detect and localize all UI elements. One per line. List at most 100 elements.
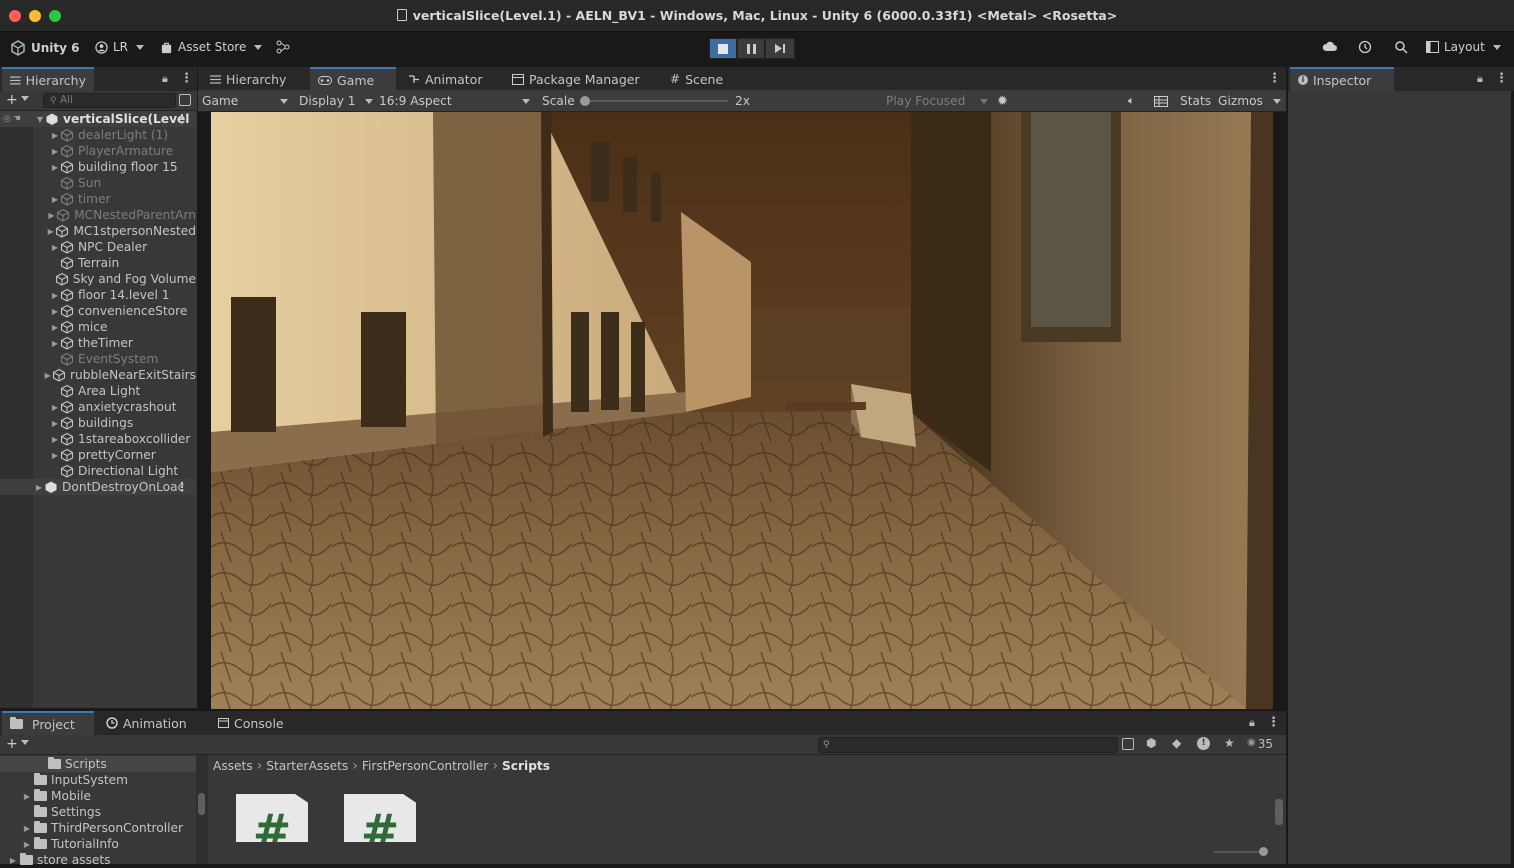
hierarchy-item[interactable]: ▶ theTimer xyxy=(0,335,196,351)
hierarchy-item[interactable]: ▶ NPC Dealer xyxy=(0,239,196,255)
pause-button[interactable] xyxy=(737,38,765,59)
search-by-type-icon[interactable] xyxy=(1122,738,1134,750)
hierarchy-item[interactable]: ▶ anxietycrashout xyxy=(0,399,196,415)
more-options-icon[interactable]: ⋮ xyxy=(176,112,188,126)
hierarchy-item[interactable]: ▶ 1stareaboxcollider xyxy=(0,431,196,447)
tree-scrollbar-thumb[interactable] xyxy=(198,793,205,815)
hierarchy-item[interactable]: Sun xyxy=(0,175,196,191)
label-tag-icon[interactable]: ◆ xyxy=(1172,736,1181,750)
hierarchy-item[interactable]: ▶ prettyCorner xyxy=(0,447,196,463)
hierarchy-item[interactable]: ▶ PlayerArmature xyxy=(0,143,196,159)
tab-project[interactable]: Project xyxy=(2,711,94,735)
add-icon[interactable]: + xyxy=(6,92,29,108)
expand-arrow-icon[interactable]: ▶ xyxy=(46,227,55,236)
hierarchy-item[interactable]: Terrain xyxy=(0,255,196,271)
icon-size-slider[interactable] xyxy=(1214,847,1268,856)
expand-arrow-icon[interactable]: ▶ xyxy=(50,243,60,252)
more-options-icon[interactable]: ⋮ xyxy=(1495,71,1508,86)
stop-play-button[interactable] xyxy=(709,38,737,59)
scale-slider[interactable] xyxy=(580,96,728,106)
play-mode-dropdown[interactable]: Play Focused xyxy=(886,93,990,109)
expand-arrow-icon[interactable]: ▶ xyxy=(50,131,60,140)
expand-arrow-icon[interactable]: ▶ xyxy=(50,451,60,460)
expand-arrow-icon[interactable]: ▶ xyxy=(47,211,56,220)
more-options-icon[interactable]: ⋮ xyxy=(176,480,188,494)
gizmos-button[interactable]: Gizmos xyxy=(1218,93,1263,109)
filter-by-type-icon[interactable]: ⬢ xyxy=(1146,736,1156,750)
add-icon[interactable]: + xyxy=(6,736,29,752)
tab-hierarchy-2[interactable]: Hierarchy xyxy=(202,67,294,91)
expand-arrow-icon[interactable]: ▶ xyxy=(43,371,52,380)
tab-hierarchy[interactable]: Hierarchy xyxy=(2,67,94,91)
frame-debugger-button[interactable]: ✹ xyxy=(997,93,1008,109)
lock-icon[interactable]: 🔒︎ xyxy=(162,72,168,86)
tab-console[interactable]: Console xyxy=(210,711,292,735)
version-control-button[interactable] xyxy=(276,40,290,54)
hierarchy-item[interactable]: ▶ mice xyxy=(0,319,196,335)
aspect-dropdown[interactable]: 16:9 Aspect xyxy=(379,93,532,109)
hierarchy-dontdestroy-scene[interactable]: ▶ DontDestroyOnLoac ⋮ xyxy=(0,479,196,495)
expand-arrow-icon[interactable]: ▶ xyxy=(50,147,60,156)
hierarchy-item[interactable]: ▶ building floor 15 xyxy=(0,159,196,175)
hierarchy-item[interactable]: ▶ dealerLight (1) xyxy=(0,127,196,143)
game-mode-dropdown[interactable]: Game xyxy=(202,93,290,109)
hierarchy-item[interactable]: ▶ rubbleNearExitStairs xyxy=(0,367,196,383)
tab-package-manager[interactable]: Package Manager xyxy=(504,67,648,91)
tab-scene[interactable]: # Scene xyxy=(662,67,731,91)
breadcrumb-item[interactable]: StarterAssets xyxy=(266,759,348,773)
expand-arrow-icon[interactable]: ▶ xyxy=(24,840,30,849)
assets-scrollbar-thumb[interactable] xyxy=(1275,799,1283,825)
step-button[interactable] xyxy=(765,38,795,59)
hierarchy-item[interactable]: ▶ floor 14.level 1 xyxy=(0,287,196,303)
expand-arrow-icon[interactable]: ▼ xyxy=(35,115,45,124)
project-tree-item[interactable]: InputSystem xyxy=(0,772,196,788)
hierarchy-item[interactable]: Sky and Fog Volume xyxy=(0,271,196,287)
tab-inspector[interactable]: i Inspector xyxy=(1290,67,1394,91)
hierarchy-item[interactable]: Area Light xyxy=(0,383,196,399)
hierarchy-item[interactable]: ▶ timer xyxy=(0,191,196,207)
expand-arrow-icon[interactable]: ▶ xyxy=(50,403,60,412)
visibility-eye-icon[interactable]: ◎ xyxy=(3,114,11,124)
hierarchy-search-input[interactable]: ⚲ All xyxy=(43,93,176,108)
stats-button[interactable]: Stats xyxy=(1180,93,1211,109)
expand-arrow-icon[interactable]: ▶ xyxy=(34,483,44,492)
hidden-packages-toggle[interactable]: ◉ 35 xyxy=(1247,737,1273,751)
account-dropdown[interactable]: LR xyxy=(95,40,145,54)
project-tree-item[interactable]: ▶ ThirdPersonController xyxy=(0,820,196,836)
hierarchy-item[interactable]: EventSystem xyxy=(0,351,196,367)
icon-size-slider-handle[interactable] xyxy=(1259,847,1268,856)
expand-arrow-icon[interactable]: ▶ xyxy=(24,792,30,801)
game-viewport[interactable] xyxy=(211,112,1273,709)
project-tree-item[interactable]: ▶ TutorialInfo xyxy=(0,836,196,852)
pickable-hand-icon[interactable]: ☚ xyxy=(13,114,21,124)
breadcrumb-item[interactable]: Assets xyxy=(213,759,253,773)
expand-arrow-icon[interactable]: ▶ xyxy=(10,856,16,865)
cloud-button[interactable] xyxy=(1322,40,1338,52)
expand-arrow-icon[interactable]: ▶ xyxy=(50,195,60,204)
more-options-icon[interactable]: ⋮ xyxy=(180,71,193,86)
log-type-icon[interactable]: ! xyxy=(1197,737,1210,750)
tab-animation[interactable]: Animation xyxy=(98,711,195,735)
expand-arrow-icon[interactable]: ▶ xyxy=(50,291,60,300)
tab-game[interactable]: Game xyxy=(310,67,396,91)
expand-arrow-icon[interactable]: ▶ xyxy=(50,323,60,332)
project-tree-item[interactable]: Settings xyxy=(0,804,196,820)
breadcrumb-item[interactable]: FirstPersonController xyxy=(362,759,489,773)
project-tree-item[interactable]: ▶ Mobile xyxy=(0,788,196,804)
breadcrumb-item[interactable]: Scripts xyxy=(502,759,550,773)
tab-animator[interactable]: Animator xyxy=(400,67,490,91)
project-search-input[interactable]: ⚲ xyxy=(818,737,1118,753)
search-by-type-icon[interactable] xyxy=(179,94,191,106)
hierarchy-item[interactable]: ▶ MC1stpersonNested xyxy=(0,223,196,239)
more-options-icon[interactable]: ⋮ xyxy=(1267,715,1280,730)
unity-account-menu[interactable]: Unity 6 xyxy=(10,40,80,56)
hierarchy-item[interactable]: ▶ MCNestedParentArn xyxy=(0,207,196,223)
expand-arrow-icon[interactable]: ▶ xyxy=(50,163,60,172)
mute-audio-button[interactable]: 🔈︎ xyxy=(1128,93,1135,109)
expand-arrow-icon[interactable]: ▶ xyxy=(50,307,60,316)
stats-grid-button[interactable] xyxy=(1154,93,1168,109)
csharp-script-icon[interactable]: # xyxy=(236,794,308,842)
hierarchy-item[interactable]: Directional Light xyxy=(0,463,196,479)
expand-arrow-icon[interactable]: ▶ xyxy=(50,339,60,348)
csharp-script-icon[interactable]: # xyxy=(344,794,416,842)
